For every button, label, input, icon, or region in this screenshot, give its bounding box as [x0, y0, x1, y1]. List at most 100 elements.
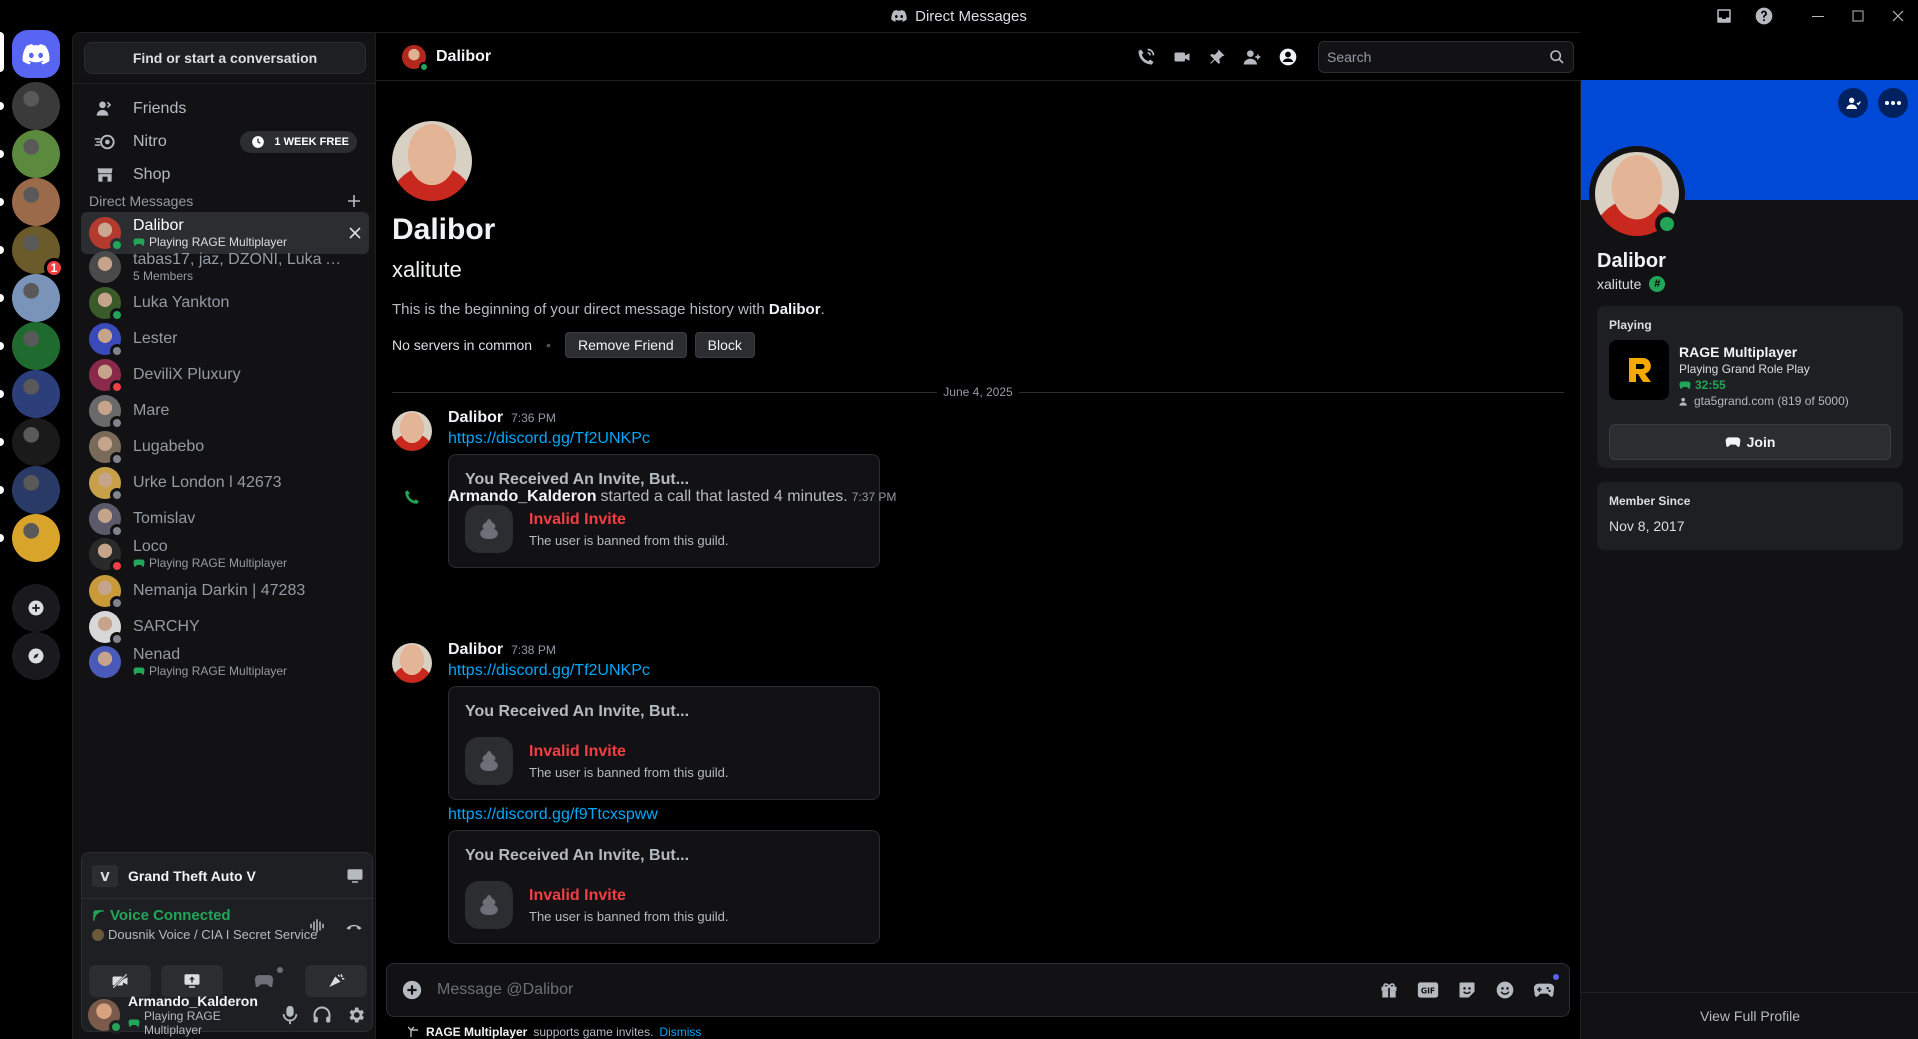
hint-game-name: RAGE Multiplayer: [426, 1025, 528, 1039]
message-time: 7:36 PM: [511, 411, 556, 425]
server-icon[interactable]: [12, 82, 60, 130]
game-elapsed: 32:55: [1679, 378, 1726, 392]
call-user-name[interactable]: Armando_Kalderon: [448, 488, 596, 506]
sticker-icon[interactable]: [1457, 980, 1477, 1000]
signal-icon: [92, 909, 106, 923]
voice-channel-name[interactable]: Dousnik Voice / CIA I Secret Service: [108, 927, 318, 942]
party-icon: [1679, 396, 1690, 407]
dm-avatar: [89, 287, 124, 322]
close-dm-icon[interactable]: [349, 227, 361, 239]
headphones-icon[interactable]: [312, 1005, 332, 1025]
chat-header-avatar[interactable]: [402, 44, 429, 72]
invite-link[interactable]: https://discord.gg/Tf2UNKPc: [448, 662, 1548, 680]
add-friends-to-dm-icon[interactable]: [1242, 47, 1262, 67]
dm-name: Lester: [133, 330, 178, 347]
create-dm-plus-icon[interactable]: [347, 194, 361, 208]
gift-icon[interactable]: [1379, 980, 1399, 1000]
pin-icon[interactable]: [1208, 48, 1226, 66]
block-button[interactable]: Block: [694, 332, 755, 358]
noise-suppression-icon[interactable]: [308, 917, 326, 935]
playing-card: Playing RAGE Multiplayer Playing Grand R…: [1597, 306, 1903, 468]
server-icon[interactable]: 1: [12, 226, 64, 278]
game-server-row: gta5grand.com (819 of 5000): [1679, 394, 1849, 408]
message-avatar[interactable]: [392, 411, 432, 451]
invite-link[interactable]: https://discord.gg/Tf2UNKPc: [448, 430, 1548, 448]
user-profile-toggle-icon[interactable]: [1278, 47, 1298, 67]
rage-mp-logo-icon: [1609, 340, 1669, 400]
search-icon[interactable]: [1549, 49, 1565, 65]
close-window-icon[interactable]: [1878, 0, 1918, 32]
soundboard-button[interactable]: [305, 965, 367, 997]
emoji-icon[interactable]: [1495, 980, 1515, 1000]
chat-header-name[interactable]: Dalibor: [436, 48, 491, 66]
invite-heading: You Received An Invite, But...: [465, 471, 690, 488]
view-full-profile-button[interactable]: View Full Profile: [1581, 992, 1918, 1039]
current-user-name[interactable]: Armando_Kalderon: [128, 993, 274, 1009]
voice-call-icon[interactable]: [1136, 47, 1156, 67]
message-author[interactable]: Dalibor: [448, 641, 503, 659]
help-icon[interactable]: [1744, 0, 1784, 32]
maximize-icon[interactable]: [1838, 0, 1878, 32]
invite-link[interactable]: https://discord.gg/f9Ttcxspww: [448, 806, 1548, 824]
join-game-button[interactable]: Join: [1609, 424, 1891, 460]
server-icon[interactable]: [12, 514, 60, 562]
add-server-button[interactable]: [12, 584, 60, 632]
unread-pill: [0, 102, 4, 110]
discover-button[interactable]: [12, 632, 60, 680]
more-options-button[interactable]: [1878, 88, 1908, 118]
inbox-icon[interactable]: [1704, 0, 1744, 32]
dm-name: Luka Yankton: [133, 294, 230, 311]
dm-name: SARCHY: [133, 618, 200, 635]
add-friend-banner-button[interactable]: [1838, 88, 1868, 118]
remove-friend-button[interactable]: Remove Friend: [564, 332, 687, 358]
find-conversation-button[interactable]: Find or start a conversation: [84, 42, 366, 74]
friends-icon: [93, 97, 117, 121]
server-icon[interactable]: [12, 130, 60, 178]
nitro-free-badge[interactable]: 1 WEEK FREE: [240, 131, 357, 153]
message-author[interactable]: Dalibor: [448, 409, 503, 427]
current-game-name: Grand Theft Auto V: [128, 867, 256, 884]
server-icon[interactable]: [12, 466, 60, 514]
member-since-date: Nov 8, 2017: [1609, 518, 1685, 534]
server-icon[interactable]: [12, 274, 60, 322]
microphone-icon[interactable]: [282, 1005, 298, 1025]
disconnect-icon[interactable]: [344, 917, 364, 935]
server-icon[interactable]: [12, 178, 60, 226]
search-input[interactable]: [1327, 49, 1537, 65]
nav-shop[interactable]: Shop: [81, 155, 369, 195]
unread-pill: [0, 246, 4, 254]
dm-avatar: [89, 323, 124, 358]
hint-dismiss-link[interactable]: Dismiss: [659, 1025, 701, 1039]
dm-avatar: [89, 646, 121, 678]
welcome-username: xalitute: [392, 257, 462, 282]
profile-avatar[interactable]: [1589, 146, 1685, 242]
minimize-icon[interactable]: [1798, 0, 1838, 32]
video-call-icon[interactable]: [1172, 48, 1192, 66]
join-gamepad-icon: [1725, 436, 1741, 448]
server-icon[interactable]: [12, 322, 60, 370]
profile-username[interactable]: xalitute: [1597, 276, 1641, 292]
message-input[interactable]: [437, 981, 1297, 999]
dm-avatar: [89, 395, 124, 430]
screen-share-game-icon[interactable]: [346, 867, 364, 885]
invite-heading: You Received An Invite, But...: [465, 847, 690, 864]
message-avatar[interactable]: [392, 643, 432, 683]
chat-area: Dalibor Dalibor xalitute This is the beg…: [376, 32, 1580, 1039]
voice-connected-label[interactable]: Voice Connected: [110, 907, 231, 924]
phone-icon: [392, 488, 432, 506]
server-icon[interactable]: [12, 370, 60, 418]
current-user-avatar[interactable]: [88, 999, 123, 1034]
apps-gamepad-icon[interactable]: [1533, 974, 1559, 1000]
attach-plus-icon[interactable]: [401, 979, 423, 1001]
settings-gear-icon[interactable]: [346, 1005, 366, 1025]
dm-item[interactable]: Loco Playing RAGE Multiplayer: [81, 533, 369, 575]
server-icon[interactable]: [12, 418, 60, 466]
dm-name: Loco: [133, 538, 168, 555]
welcome-avatar[interactable]: [392, 121, 472, 201]
gif-icon[interactable]: GIF: [1417, 980, 1439, 1000]
dm-item[interactable]: Nenad Playing RAGE Multiplayer: [81, 641, 369, 683]
unread-pill: [0, 486, 4, 494]
invalid-invite-icon: [465, 505, 513, 553]
home-button[interactable]: [12, 30, 60, 78]
game-title: RAGE Multiplayer: [1679, 344, 1798, 360]
